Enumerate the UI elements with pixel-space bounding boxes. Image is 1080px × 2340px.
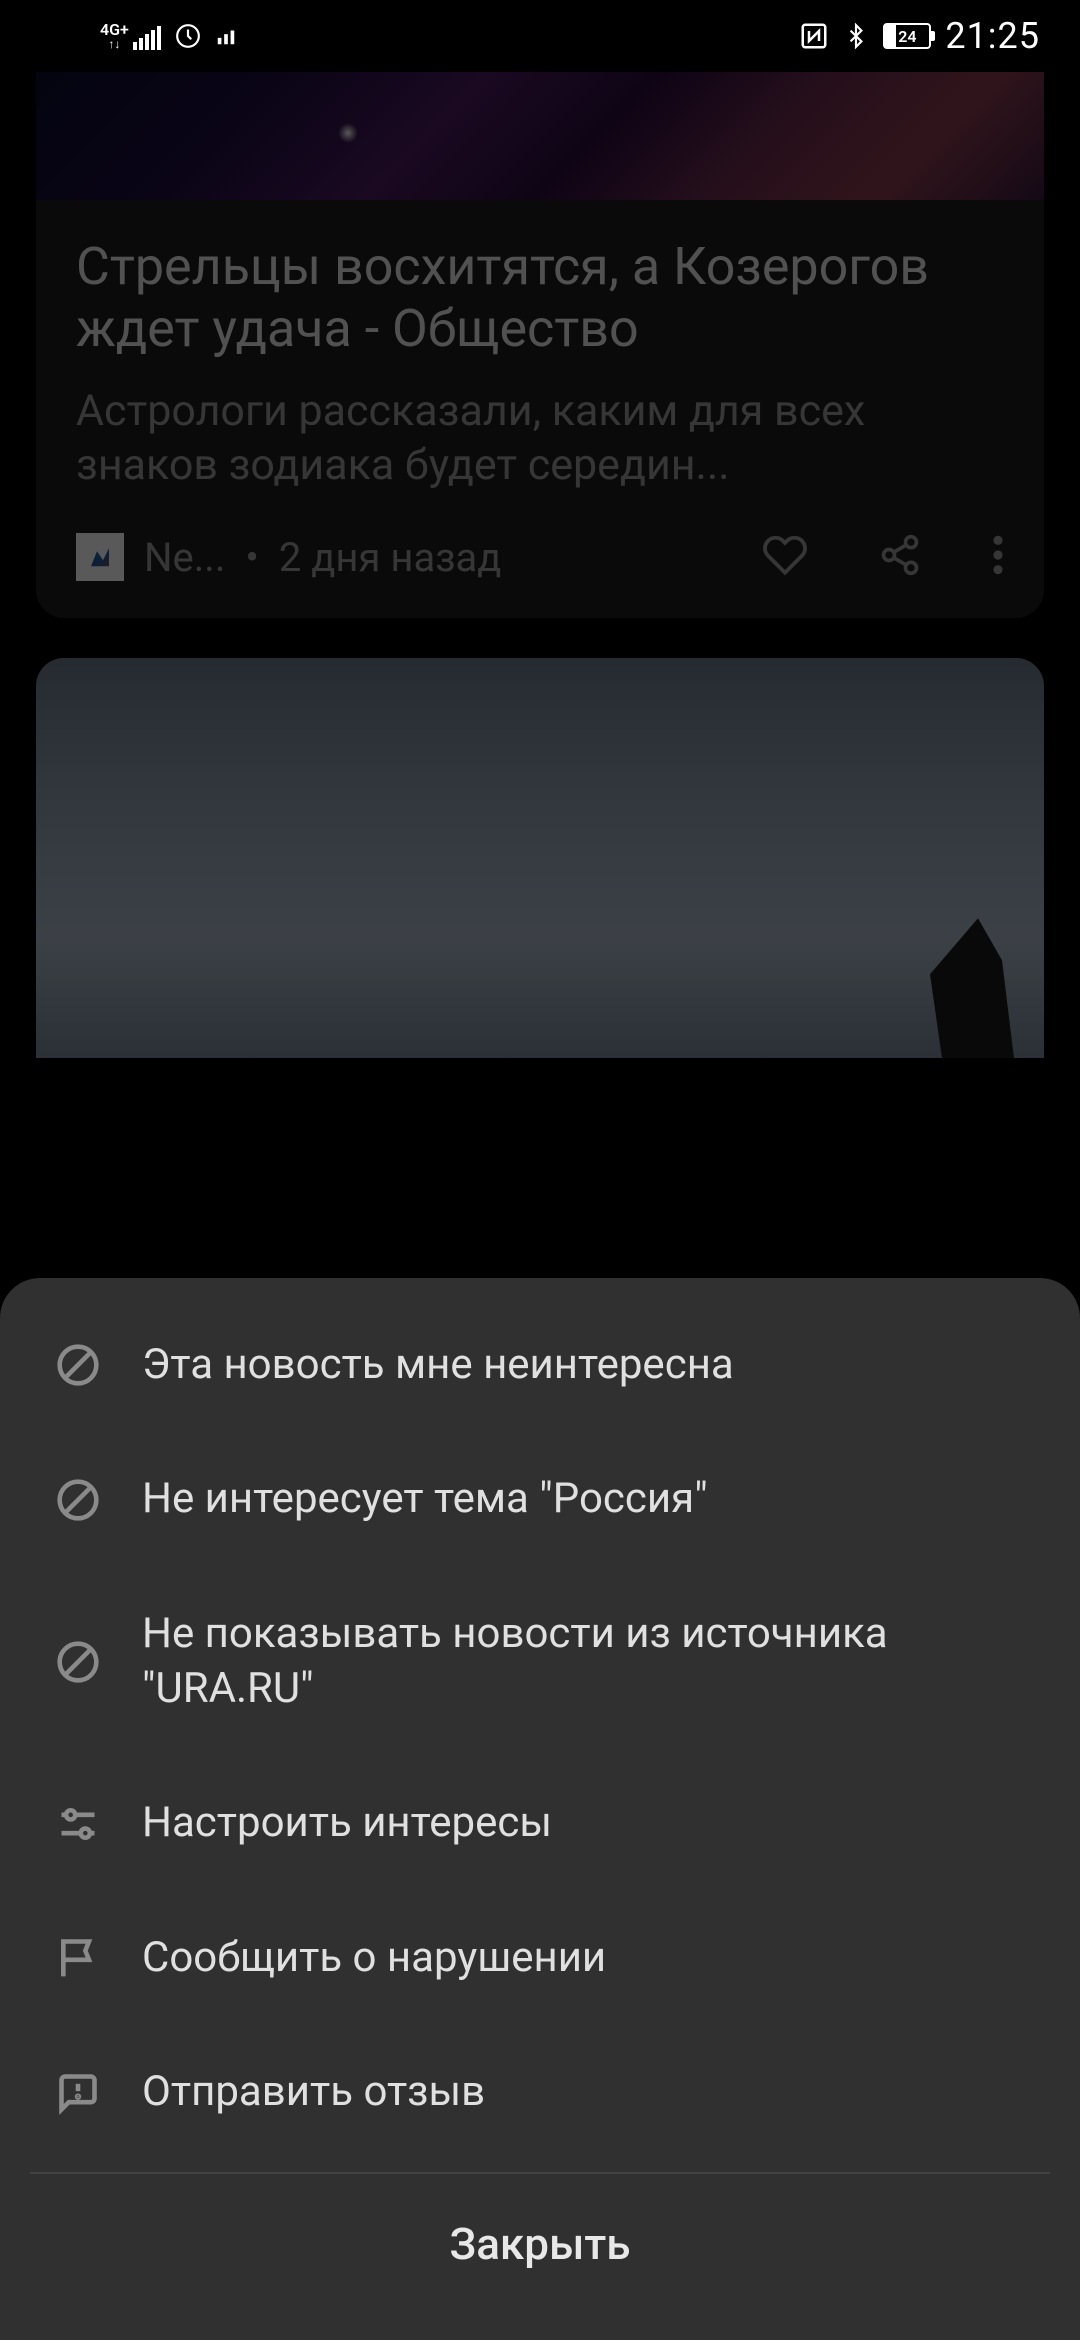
publish-time: 2 дня назад	[279, 534, 742, 581]
battery-indicator: 24	[883, 23, 931, 49]
status-right: 24 21:25	[799, 15, 1040, 57]
menu-label: Отправить отзыв	[142, 2065, 485, 2120]
cellular-signal: 4G+ ↑↓	[100, 22, 161, 50]
news-card-1-footer: Ne... • 2 дня назад	[36, 522, 1044, 618]
status-left: 4G+ ↑↓	[100, 22, 237, 50]
menu-not-interested-news[interactable]: Эта новость мне неинтересна	[0, 1298, 1080, 1433]
source-name: Ne...	[144, 534, 225, 581]
menu-label: Не интересует тема "Россия"	[142, 1472, 708, 1527]
block-icon	[56, 1478, 100, 1522]
clock-icon	[175, 23, 201, 49]
bluetooth-icon	[843, 21, 869, 51]
menu-send-feedback[interactable]: Отправить отзыв	[0, 2025, 1080, 2160]
network-type: 4G+	[100, 22, 129, 38]
separator-dot: •	[245, 534, 259, 581]
share-icon[interactable]	[878, 533, 922, 581]
bottom-sheet: Эта новость мне неинтересна Не интересуе…	[0, 1278, 1080, 2340]
status-time: 21:25	[945, 15, 1040, 57]
menu-label: Не показывать новости из источника "URA.…	[142, 1607, 1024, 1716]
tune-icon	[56, 1802, 100, 1846]
like-icon[interactable]	[762, 532, 808, 582]
menu-report-violation[interactable]: Сообщить о нарушении	[0, 1891, 1080, 2026]
block-icon	[56, 1343, 100, 1387]
status-bar: 4G+ ↑↓ 24 21:25	[0, 0, 1080, 72]
news-card-1-image	[36, 72, 1044, 200]
menu-label: Сообщить о нарушении	[142, 1931, 606, 1986]
menu-not-interested-topic[interactable]: Не интересует тема "Россия"	[0, 1432, 1080, 1567]
feedback-icon	[56, 2071, 100, 2115]
news-card-1-title: Стрельцы восхитятся, а Козерогов ждет уд…	[76, 236, 1004, 361]
news-card-1[interactable]: Стрельцы восхитятся, а Козерогов ждет уд…	[36, 72, 1044, 618]
news-card-2[interactable]	[36, 658, 1044, 1058]
news-card-1-desc: Астрологи рассказали, каким для всех зна…	[76, 385, 1004, 493]
close-button[interactable]: Закрыть	[0, 2174, 1080, 2340]
menu-configure-interests[interactable]: Настроить интересы	[0, 1756, 1080, 1891]
battery-percent: 24	[887, 27, 927, 46]
chart-icon	[215, 25, 237, 47]
menu-hide-source[interactable]: Не показывать новости из источника "URA.…	[0, 1567, 1080, 1756]
signal-bars-icon	[133, 28, 161, 50]
block-icon	[56, 1640, 100, 1684]
menu-label: Эта новость мне неинтересна	[142, 1338, 734, 1393]
news-card-2-image	[36, 658, 1044, 1058]
more-icon[interactable]	[992, 533, 1004, 581]
flag-icon	[56, 1936, 100, 1980]
source-logo-icon	[76, 533, 124, 581]
menu-label: Настроить интересы	[142, 1796, 552, 1851]
nfc-icon	[799, 21, 829, 51]
